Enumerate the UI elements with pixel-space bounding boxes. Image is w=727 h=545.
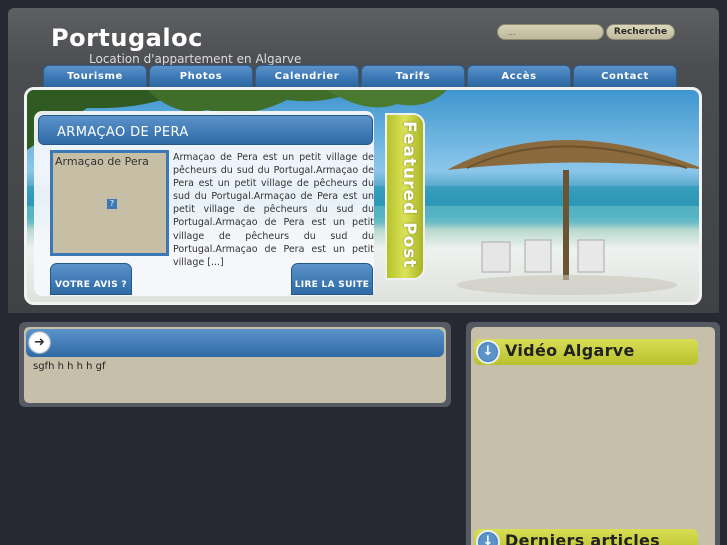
site-title[interactable]: Portugaloc: [51, 24, 203, 52]
content-inner: ➜ sgfh h h h h gf: [24, 327, 446, 403]
nav-tab-tarifs[interactable]: Tarifs: [361, 65, 465, 87]
sidebar-inner: ↓ Vidéo Algarve ↓ Derniers articles: [471, 327, 715, 545]
content-title-bar: ➜: [26, 329, 444, 357]
featured-post-excerpt: Armaçao de Pera est un petit village de …: [173, 152, 374, 268]
content-panel: ➜ sgfh h h h h gf: [19, 322, 451, 407]
widget-video-algarve: ↓ Vidéo Algarve: [474, 339, 698, 365]
featured-post-image[interactable]: Armaçao de Pera ?: [50, 150, 169, 256]
featured-ribbon-label: Featured Post: [399, 121, 419, 269]
widget-derniers-articles: ↓ Derniers articles: [474, 529, 698, 545]
read-more-button[interactable]: LIRE LA SUITE: [291, 263, 373, 295]
featured-post-ribbon: Featured Post: [385, 113, 425, 280]
nav-tab-acces[interactable]: Accès: [467, 65, 571, 87]
arrow-down-icon: ↓: [476, 340, 500, 364]
featured-post-title[interactable]: ARMAÇAO DE PERA: [57, 125, 189, 140]
widget-title-articles: Derniers articles: [505, 531, 660, 545]
search-button[interactable]: Recherche: [606, 24, 675, 40]
nav-tab-photos[interactable]: Photos: [149, 65, 253, 87]
sidebar: ↓ Vidéo Algarve ↓ Derniers articles: [466, 322, 720, 545]
search-input[interactable]: [497, 24, 604, 40]
nav-tab-tourisme[interactable]: Tourisme: [43, 65, 147, 87]
widget-title-video: Vidéo Algarve: [505, 341, 635, 360]
nav-tab-contact[interactable]: Contact: [573, 65, 677, 87]
content-text: sgfh h h h h gf: [33, 361, 106, 372]
read-more-button-label: LIRE LA SUITE: [294, 280, 370, 290]
site-tagline: Location d'appartement en Algarve: [89, 52, 302, 66]
review-button[interactable]: VOTRE AVIS ?: [50, 263, 132, 295]
arrow-down-icon: ↓: [476, 530, 500, 545]
arrow-right-icon: ➜: [28, 331, 51, 354]
broken-image-icon: ?: [107, 199, 117, 209]
review-button-label: VOTRE AVIS ?: [55, 280, 127, 290]
image-alt-text: Armaçao de Pera: [55, 155, 149, 168]
nav-tab-calendrier[interactable]: Calendrier: [255, 65, 359, 87]
